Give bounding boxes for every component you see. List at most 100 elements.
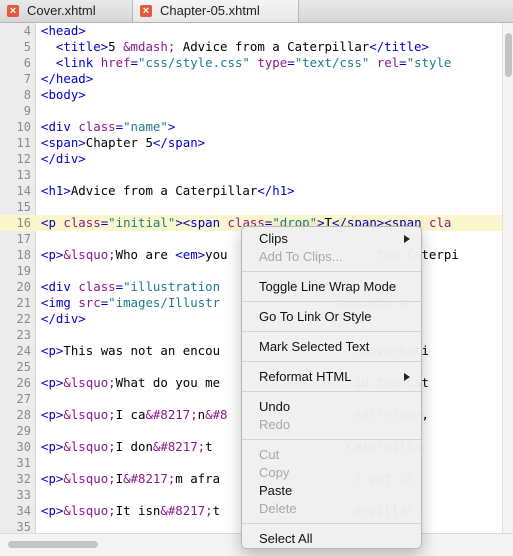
line-number: 17	[16, 232, 31, 246]
code-line[interactable]: 12 </div>	[0, 151, 513, 167]
menu-item-copy: Copy	[242, 464, 421, 482]
text-token: 5	[108, 39, 124, 54]
tag-token: <p>	[41, 503, 64, 518]
code-line[interactable]: 6 <link href="css/style.css" type="text/…	[0, 55, 513, 71]
text-token: Who are	[115, 247, 176, 262]
tag-token: =	[399, 55, 407, 70]
value-token: "name"	[123, 119, 168, 134]
attribute-token: href	[100, 55, 131, 70]
menu-item-reformat-html[interactable]: Reformat HTML	[242, 368, 421, 386]
line-number: 8	[23, 88, 31, 102]
menu-item-paste[interactable]: Paste	[242, 482, 421, 500]
attribute-token: cla	[429, 215, 452, 230]
menu-separator	[242, 391, 421, 392]
code-line[interactable]: 5 <title>5 &mdash; Advice from a Caterpi…	[0, 39, 513, 55]
line-number: 20	[16, 280, 31, 294]
code-text: </div>	[41, 311, 86, 327]
line-number: 30	[16, 440, 31, 454]
line-number: 13	[16, 168, 31, 182]
line-number: 26	[16, 376, 31, 390]
tag-token: =	[130, 55, 138, 70]
text-token: It isn	[115, 503, 161, 518]
entity-token: &lsquo;	[63, 471, 116, 486]
code-line[interactable]: 10 <div class="name">	[0, 119, 513, 135]
code-line[interactable]: 14 <h1>Advice from a Caterpillar</h1>	[0, 183, 513, 199]
line-number: 5	[23, 40, 31, 54]
tag-token: <div	[41, 279, 79, 294]
menu-separator	[242, 361, 421, 362]
entity-token: &#8	[205, 407, 228, 422]
tab-chapter-05-xhtml[interactable]: × Chapter-05.xhtml	[133, 0, 299, 22]
line-number: 32	[16, 472, 31, 486]
tag-token: <title>	[55, 39, 109, 54]
line-number: 9	[23, 104, 31, 118]
tag-token: =	[287, 55, 295, 70]
entity-token: &lsquo;	[63, 503, 116, 518]
line-number: 24	[16, 344, 31, 358]
entity-token: &lsquo;	[63, 407, 116, 422]
value-token: "style	[406, 55, 452, 70]
menu-separator	[242, 439, 421, 440]
line-number: 7	[23, 72, 31, 86]
horizontal-scroll-thumb[interactable]	[8, 541, 98, 548]
code-line[interactable]: 13	[0, 167, 513, 183]
value-token: "illustration	[123, 279, 221, 294]
line-number: 22	[16, 312, 31, 326]
line-number: 27	[16, 392, 31, 406]
close-icon[interactable]: ×	[7, 5, 19, 17]
line-number: 34	[16, 504, 31, 518]
tag-token: </title>	[369, 39, 429, 54]
menu-item-label: Cut	[259, 447, 280, 462]
vertical-scrollbar[interactable]	[502, 23, 513, 533]
menu-item-mark-selected-text[interactable]: Mark Selected Text	[242, 338, 421, 356]
code-text: <span>Chapter 5</span>	[41, 135, 205, 151]
entity-token: &lsquo;	[63, 439, 116, 454]
menu-separator	[242, 331, 421, 332]
tab-cover-xhtml[interactable]: × Cover.xhtml	[0, 0, 133, 22]
menu-item-select-all[interactable]: Select All	[242, 530, 421, 548]
menu-item-clips[interactable]: Clips	[242, 230, 421, 248]
code-text: <body>	[41, 87, 86, 103]
code-line[interactable]: 8 <body>	[0, 87, 513, 103]
code-text: <div class="illustration	[41, 279, 220, 295]
text-token: I don	[115, 439, 153, 454]
line-number: 16	[16, 216, 31, 230]
code-line[interactable]: 7 </head>	[0, 71, 513, 87]
menu-item-label: Redo	[259, 417, 291, 432]
tag-token: <p>	[41, 439, 64, 454]
tag-token: </head>	[41, 71, 94, 86]
vertical-scroll-thumb[interactable]	[505, 33, 512, 77]
code-text: </head>	[41, 71, 93, 87]
line-number: 6	[23, 56, 31, 70]
submenu-arrow-icon	[404, 235, 410, 243]
menu-item-toggle-line-wrap-mode[interactable]: Toggle Line Wrap Mode	[242, 278, 421, 296]
line-number: 12	[16, 152, 31, 166]
code-line[interactable]: 9	[0, 103, 513, 119]
code-line[interactable]: 15	[0, 199, 513, 215]
code-text: <h1>Advice from a Caterpillar</h1>	[41, 183, 295, 199]
menu-separator	[242, 271, 421, 272]
code-line[interactable]: 4 <head>	[0, 23, 513, 39]
menu-separator	[242, 523, 421, 524]
line-number: 28	[16, 408, 31, 422]
text-token: Chapter 5	[85, 135, 153, 150]
line-number: 29	[16, 424, 31, 438]
menu-item-go-to-link-or-style[interactable]: Go To Link Or Style	[242, 308, 421, 326]
tag-token: <head>	[41, 23, 86, 38]
code-line[interactable]: 11 <span>Chapter 5</span>	[0, 135, 513, 151]
tag-token: >	[167, 119, 176, 134]
value-token: "images/Illustr	[108, 295, 221, 310]
close-icon[interactable]: ×	[140, 5, 152, 17]
tag-token: <link	[55, 55, 101, 70]
menu-item-label: Toggle Line Wrap Mode	[259, 279, 397, 294]
code-text: <link href="css/style.css" type="text/cs…	[41, 55, 451, 71]
menu-item-label: Undo	[259, 399, 291, 414]
tag-token: <span>	[41, 135, 86, 150]
menu-item-undo[interactable]: Undo	[242, 398, 421, 416]
tag-token: </div>	[41, 311, 86, 326]
attribute-token: src	[78, 295, 101, 310]
line-number: 4	[23, 24, 31, 38]
